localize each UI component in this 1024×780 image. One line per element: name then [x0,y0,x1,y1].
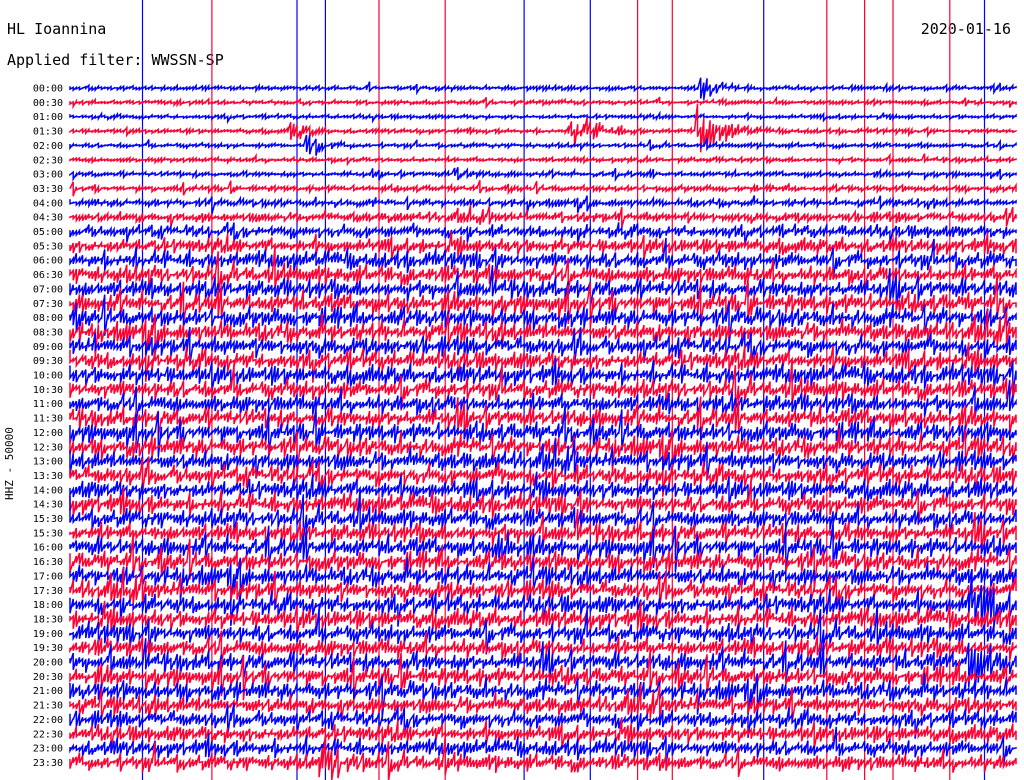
row-tick-label: 13:30 [33,471,63,482]
row-tick-label: 21:30 [33,701,63,712]
trace-row-0400 [69,194,1017,215]
row-tick-label: 05:30 [33,241,63,252]
row-tick-label: 19:30 [33,643,63,654]
row-tick-label: 15:30 [33,528,63,539]
row-tick-label: 03:30 [33,184,63,195]
row-tick-label: 07:00 [33,284,63,295]
row-tick-label: 17:30 [33,586,63,597]
row-tick-label: 18:30 [33,614,63,625]
row-tick-label: 05:00 [33,227,63,238]
row-tick-label: 01:30 [33,127,63,138]
row-tick-label: 00:00 [33,84,63,95]
row-tick-label: 18:00 [33,600,63,611]
row-tick-label: 04:30 [33,213,63,224]
row-tick-label: 02:00 [33,141,63,152]
row-tick-label: 12:30 [33,442,63,453]
helicorder-plot: 00:00 00:30 01:00 01:30 02:00 02:30 03:00 03:30… [33,0,1017,780]
row-tick-label: 13:00 [33,457,63,468]
row-tick-label: 22:00 [33,715,63,726]
row-tick-label: 02:30 [33,155,63,166]
row-tick-label: 10:00 [33,371,63,382]
row-tick-label: 22:30 [33,729,63,740]
row-tick-label: 21:00 [33,686,63,697]
row-tick-label: 11:30 [33,414,63,425]
row-tick-label: 16:30 [33,557,63,568]
row-tick-label: 08:00 [33,313,63,324]
row-tick-label: 17:00 [33,571,63,582]
row-tick-label: 03:00 [33,170,63,181]
row-tick-label: 14:30 [33,500,63,511]
row-tick-label: 11:00 [33,399,63,410]
row-tick-label: 00:30 [33,98,63,109]
row-tick-label: 06:30 [33,270,63,281]
row-tick-label: 14:00 [33,485,63,496]
row-tick-label: 10:30 [33,385,63,396]
row-tick-label: 23:00 [33,744,63,755]
row-tick-label: 23:30 [33,758,63,769]
row-tick-label: 09:30 [33,356,63,367]
row-tick-label: 07:30 [33,299,63,310]
row-tick-label: 06:00 [33,256,63,267]
row-tick-label: 08:30 [33,327,63,338]
row-tick-label: 04:00 [33,198,63,209]
row-tick-label: 15:30 [33,514,63,525]
row-tick-label: 19:00 [33,629,63,640]
row-tick-labels: 00:00 00:30 01:00 01:30 02:00 02:30 03:00 03:30… [33,84,63,769]
row-tick-label: 20:30 [33,672,63,683]
row-tick-label: 09:00 [33,342,63,353]
row-tick-label: 20:00 [33,658,63,669]
row-tick-label: 12:00 [33,428,63,439]
row-tick-label: 16:00 [33,543,63,554]
row-tick-label: 01:00 [33,112,63,123]
